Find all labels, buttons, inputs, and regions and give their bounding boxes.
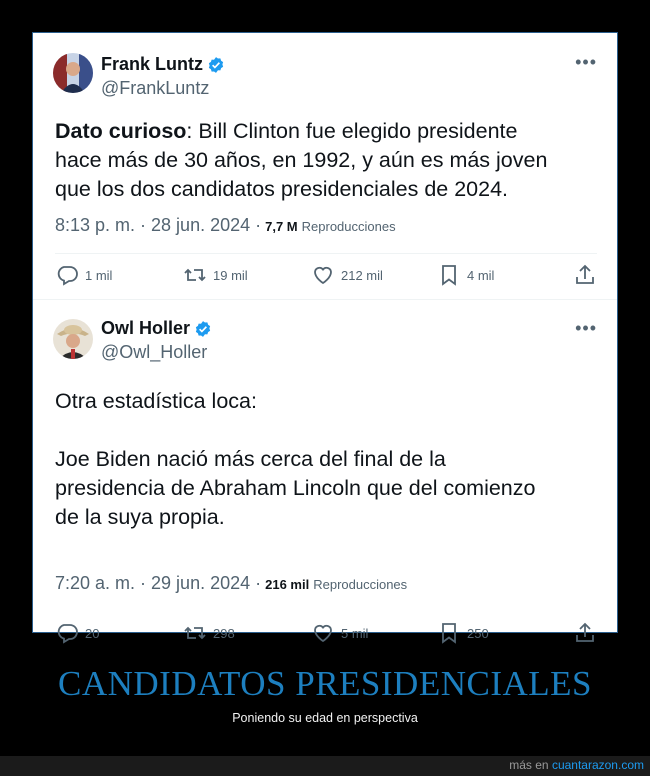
footer-text: más en cuantarazon.com	[509, 758, 644, 772]
views-count: 216 mil	[265, 577, 310, 592]
like-button[interactable]: 5 mil	[311, 621, 437, 645]
retweet-icon	[184, 268, 206, 282]
like-button[interactable]: 212 mil	[311, 263, 437, 287]
bookmark-button[interactable]: 4 mil	[437, 263, 565, 287]
timestamp[interactable]: 8:13 p. m. · 28 jun. 2024 ·	[55, 215, 261, 236]
bookmark-icon	[442, 623, 456, 644]
timestamp[interactable]: 7:20 a. m. · 29 jun. 2024 ·	[55, 573, 261, 594]
share-button[interactable]	[565, 621, 597, 645]
bookmark-icon	[442, 265, 456, 286]
divider	[33, 299, 617, 300]
avatar[interactable]	[53, 53, 93, 93]
author-handle[interactable]: @Owl_Holler	[101, 342, 207, 363]
action-bar: 1 mil 19 mil 212 mil 4 mil	[55, 263, 597, 287]
retweet-button[interactable]: 298	[183, 621, 311, 645]
share-button[interactable]	[565, 263, 597, 287]
retweet-count: 19 mil	[213, 267, 248, 283]
reply-button[interactable]: 20	[55, 621, 183, 645]
retweet-icon	[184, 626, 206, 640]
screenshot-frame: Frank Luntz @FrankLuntz ••• Dato curioso…	[32, 32, 618, 644]
reply-icon	[57, 266, 78, 286]
reply-count: 20	[85, 625, 100, 641]
retweet-count: 298	[213, 625, 235, 641]
author-name[interactable]: Owl Holler	[101, 318, 190, 339]
more-icon[interactable]: •••	[575, 319, 597, 337]
views-label: Reproducciones	[301, 219, 396, 234]
divider	[55, 253, 597, 254]
tweet-meta: 7:20 a. m. · 29 jun. 2024 · 216 mil Repr…	[55, 573, 407, 594]
caption-title: CANDIDATOS PRESIDENCIALES	[58, 664, 592, 703]
verified-icon	[194, 320, 212, 338]
like-icon	[314, 266, 332, 285]
action-bar: 20 298 5 mil 250	[55, 621, 597, 645]
caption-subtitle: Poniendo su edad en perspectiva	[232, 711, 418, 725]
like-count: 212 mil	[341, 267, 383, 283]
bookmark-count: 4 mil	[467, 267, 495, 283]
author-handle[interactable]: @FrankLuntz	[101, 78, 209, 99]
share-icon	[576, 622, 594, 642]
avatar[interactable]	[53, 319, 93, 359]
views-label: Reproducciones	[313, 577, 408, 592]
more-icon[interactable]: •••	[575, 53, 597, 71]
like-icon	[314, 624, 332, 643]
tweet-text-bold: Dato curioso	[55, 119, 187, 143]
like-count: 5 mil	[341, 625, 369, 641]
bookmark-count: 250	[467, 625, 489, 641]
share-icon	[576, 264, 594, 284]
views-count: 7,7 M	[265, 219, 298, 234]
footer-site-link[interactable]: cuantarazon.com	[552, 758, 644, 772]
tweet-frank-luntz[interactable]: Frank Luntz @FrankLuntz ••• Dato curioso…	[33, 33, 617, 299]
tweet-meta: 8:13 p. m. · 28 jun. 2024 · 7,7 M Reprod…	[55, 215, 396, 236]
tweet-owl-holler[interactable]: Owl Holler @Owl_Holler ••• Otra estadíst…	[33, 299, 617, 644]
reply-icon	[57, 624, 78, 644]
author-name[interactable]: Frank Luntz	[101, 54, 203, 75]
reply-count: 1 mil	[85, 267, 113, 283]
retweet-button[interactable]: 19 mil	[183, 263, 311, 287]
bookmark-button[interactable]: 250	[437, 621, 565, 645]
tweet-text: Otra estadística loca: Joe Biden nació m…	[55, 389, 536, 529]
reply-button[interactable]: 1 mil	[55, 263, 183, 287]
verified-icon	[207, 56, 225, 74]
tweet-text: Dato curioso: Bill Clinton fue elegido p…	[55, 117, 597, 204]
footer-prefix: más en	[509, 758, 549, 772]
